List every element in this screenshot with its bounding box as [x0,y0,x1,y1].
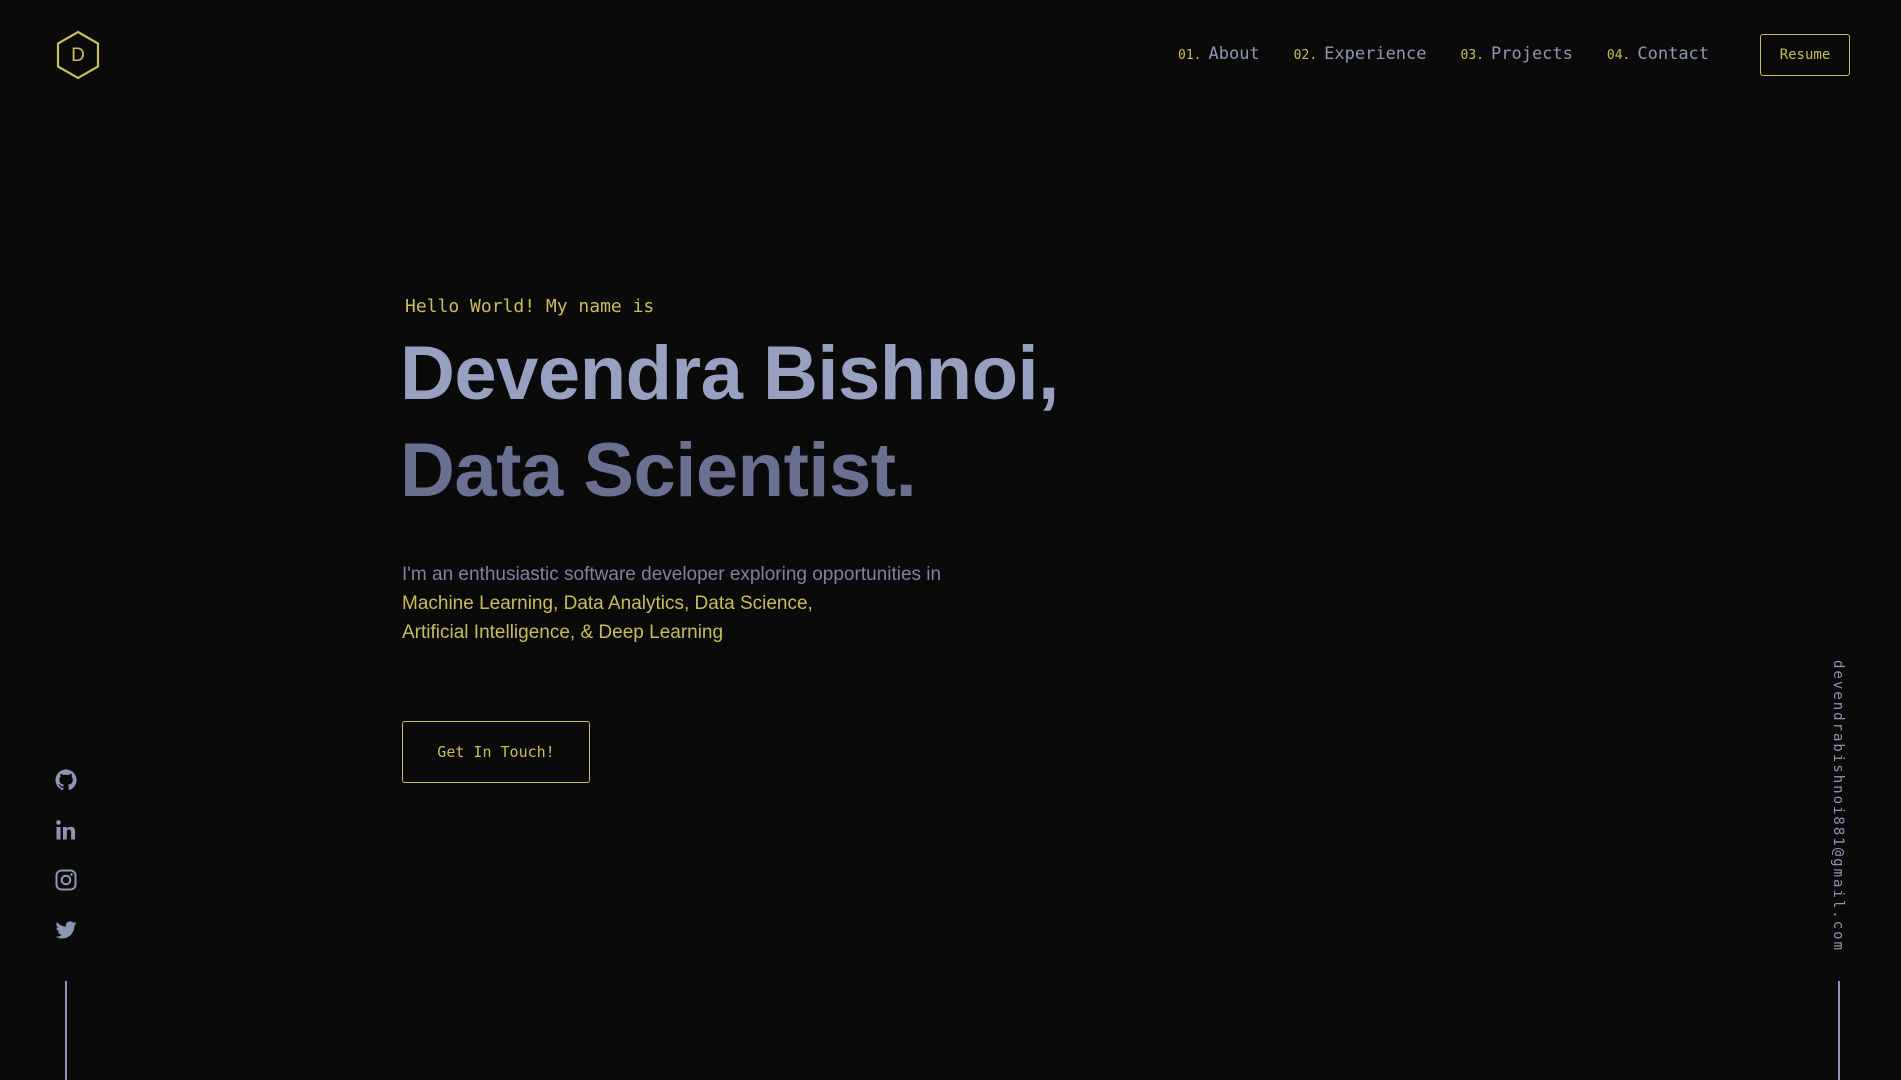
nav-item-label: About [1208,44,1260,64]
github-icon [55,769,77,791]
instagram-link[interactable] [54,868,78,892]
hero-greeting: Hello World! My name is [405,296,655,317]
left-rail-line [65,981,67,1080]
hero-role: Data Scientist. [400,428,917,513]
main-nav: 01. About 02. Experience 03. Projects 04… [1178,44,1743,64]
resume-button[interactable]: Resume [1760,34,1850,76]
logo-letter: D [71,45,85,66]
nav-item-experience[interactable]: 02. Experience [1294,44,1427,64]
linkedin-link[interactable] [54,818,78,842]
nav-item-number: 02. [1293,48,1318,63]
intro-highlight-1: Machine Learning, Data Analytics, Data S… [402,593,813,614]
logo-link[interactable]: D [55,30,101,80]
nav-item-number: 04. [1606,48,1631,63]
get-in-touch-button[interactable]: Get In Touch! [402,721,590,783]
hero-name: Devendra Bishnoi, [400,331,1059,416]
instagram-icon [55,869,77,891]
nav-item-label: Projects [1491,44,1573,64]
twitter-link[interactable] [54,918,78,942]
nav-item-number: 03. [1460,48,1484,63]
hero-intro: I'm an enthusiastic software developer e… [402,560,1022,647]
twitter-icon [55,921,77,939]
email-link[interactable]: devendrabishnoi881@gmail.com [1830,660,1846,952]
intro-highlight-2: Artificial Intelligence, & Deep Learning [402,622,724,643]
nav-item-label: Contact [1637,44,1710,64]
nav-item-contact[interactable]: 04. Contact [1607,44,1709,64]
nav-item-projects[interactable]: 03. Projects [1461,44,1573,64]
hexagon-logo-icon: D [56,30,100,80]
right-rail-line [1838,981,1840,1080]
github-link[interactable] [54,768,78,792]
intro-text: I'm an enthusiastic software developer e… [402,564,942,585]
linkedin-icon [56,820,76,840]
nav-item-about[interactable]: 01. About [1178,44,1260,64]
nav-item-label: Experience [1324,44,1427,64]
nav-item-number: 01. [1178,48,1202,63]
social-links [54,768,78,968]
